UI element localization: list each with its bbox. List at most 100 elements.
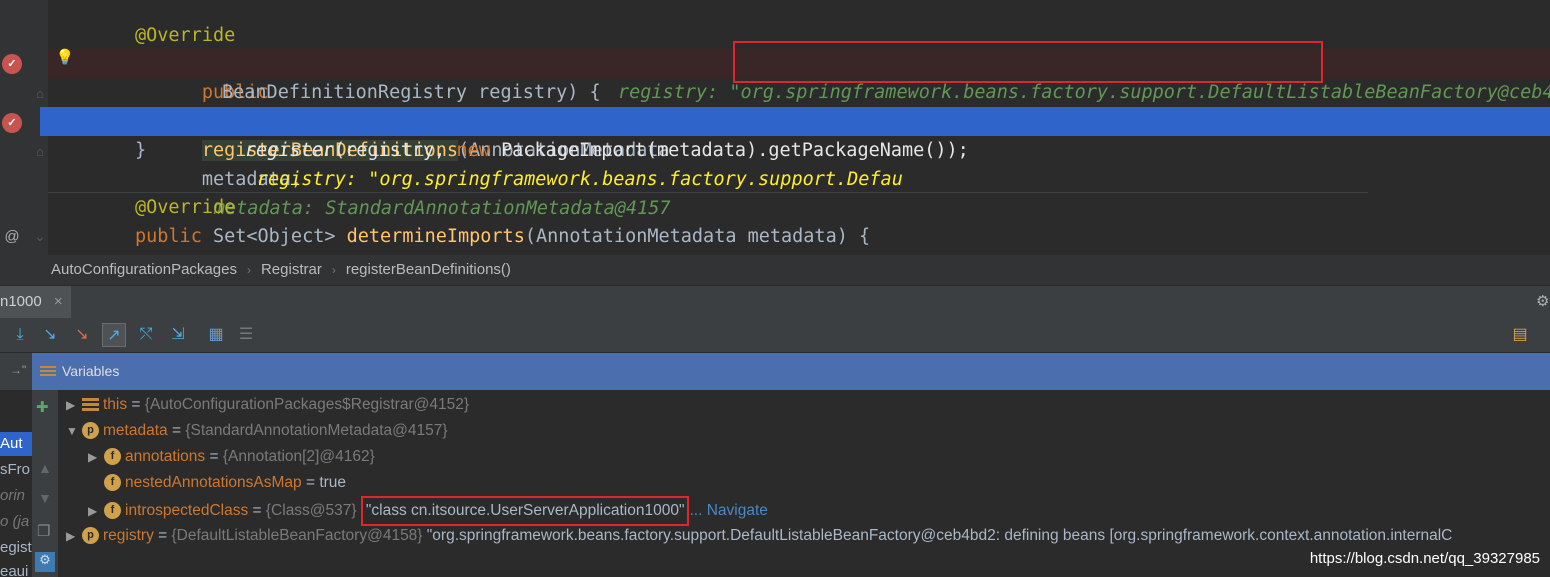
debug-tab-bar: n1000 × ⚙ bbox=[0, 285, 1550, 319]
variable-type: {StandardAnnotationMetadata@4157} bbox=[185, 422, 448, 439]
frames-list[interactable]: Aut sFro orin o (ja egistr eaui bbox=[0, 390, 32, 577]
breakpoint-icon[interactable]: ✓ bbox=[2, 113, 22, 133]
variable-name: this bbox=[103, 396, 128, 413]
breadcrumb-item[interactable]: Registrar bbox=[261, 255, 322, 285]
variable-row[interactable]: ▶ this = {AutoConfigurationPackages$Regis… bbox=[66, 392, 469, 418]
collapse-arrow-icon[interactable]: ▼ bbox=[66, 418, 80, 444]
gear-icon[interactable]: ⚙ bbox=[1536, 292, 1550, 312]
annotation-override: @Override bbox=[135, 197, 236, 218]
variable-row[interactable]: ▶ f annotations = {Annotation[2]@4162} bbox=[88, 444, 375, 470]
breadcrumb: AutoConfigurationPackages › Registrar › regi… bbox=[0, 255, 1550, 285]
variable-name: introspectedClass bbox=[125, 502, 249, 519]
equals-sign: = bbox=[127, 396, 145, 413]
debug-toolbar: ⤓ ↘ ↘ ↗ ⤲ ⇲ ▦ ☰ ▤ bbox=[0, 318, 1550, 353]
frame-item[interactable]: sFro bbox=[0, 458, 30, 482]
chevron-right-icon: › bbox=[331, 263, 336, 277]
step-into-icon[interactable]: ↘ bbox=[70, 323, 94, 347]
close-icon[interactable]: × bbox=[54, 293, 63, 310]
variable-name: annotations bbox=[125, 448, 206, 465]
current-execution-line: register(registry, new PackageImport(met… bbox=[40, 107, 1550, 190]
equals-sign: = bbox=[301, 474, 320, 491]
restore-layout-icon[interactable]: ▤ bbox=[1508, 323, 1532, 347]
variable-name: registry bbox=[103, 527, 154, 544]
highlight-box bbox=[733, 41, 1323, 83]
code-editor[interactable]: @Override public void registerBeanDefini… bbox=[0, 0, 1550, 255]
frame-item[interactable]: egistr bbox=[0, 536, 32, 560]
fold-icon[interactable]: ⌂ bbox=[30, 142, 50, 162]
annotation-override: @Override bbox=[135, 25, 236, 46]
expand-arrow-icon[interactable]: ▶ bbox=[66, 392, 80, 418]
variables-header: Variables bbox=[32, 353, 1550, 390]
fold-icon[interactable]: ⌄ bbox=[30, 227, 50, 247]
variables-tree: ▶ this = {AutoConfigurationPackages$Regis… bbox=[58, 390, 1550, 577]
parameter-icon: p bbox=[82, 527, 99, 545]
equals-sign: = bbox=[167, 422, 186, 439]
variable-row[interactable]: ▼ p metadata = {StandardAnnotationMetadata… bbox=[66, 418, 448, 444]
equals-sign: = bbox=[248, 502, 266, 519]
variables-icon bbox=[40, 366, 56, 379]
trace-icon[interactable]: ☰ bbox=[234, 323, 258, 347]
field-icon: f bbox=[104, 502, 121, 520]
drop-frame-icon[interactable]: ⤲ bbox=[134, 323, 158, 347]
equals-sign: = bbox=[153, 527, 172, 544]
variable-value: "org.springframework.beans.factory.suppo… bbox=[426, 527, 1453, 544]
expand-arrow-icon[interactable]: ▶ bbox=[66, 523, 80, 549]
lightbulb-icon[interactable]: 💡 bbox=[55, 48, 75, 68]
variable-row[interactable]: ▶ p registry = {DefaultListableBeanFactory… bbox=[66, 523, 1452, 549]
arrow-down-icon[interactable]: ▼ bbox=[38, 490, 52, 506]
expand-arrow-icon[interactable]: ▶ bbox=[88, 498, 102, 524]
step-out-icon[interactable]: ↗ bbox=[102, 323, 126, 347]
field-icon: f bbox=[104, 448, 121, 466]
breadcrumb-item[interactable]: AutoConfigurationPackages bbox=[51, 255, 237, 285]
return-type: Set<Object> bbox=[201, 226, 347, 247]
equals-sign: = bbox=[205, 448, 223, 465]
navigate-link[interactable]: ... Navigate bbox=[689, 502, 767, 519]
method-params: (AnnotationMetadata metadata) { bbox=[524, 226, 871, 247]
variable-name: nestedAnnotationsAsMap bbox=[125, 474, 302, 491]
frame-item-selected[interactable]: Aut bbox=[0, 432, 32, 456]
run-to-cursor-icon[interactable]: ⇲ bbox=[166, 323, 190, 347]
copy-icon[interactable]: ❐ bbox=[37, 522, 50, 540]
code-text: BeanDefinitionRegistry registry) { bbox=[222, 82, 601, 103]
highlight-box: "class cn.itsource.UserServerApplication… bbox=[360, 496, 690, 526]
settings-icon[interactable]: ⚙ bbox=[35, 552, 55, 572]
variable-type: {Class@537} bbox=[265, 502, 357, 519]
variable-type: {AutoConfigurationPackages$Registrar@415… bbox=[144, 396, 470, 413]
step-over-icon[interactable]: ↘ bbox=[38, 323, 62, 347]
inline-debug-hint: registry: "org.springframework.beans.fac… bbox=[256, 169, 903, 190]
add-watch-icon[interactable]: ✚ bbox=[36, 398, 49, 416]
frame-item[interactable]: o (ja bbox=[0, 510, 29, 534]
field-icon: f bbox=[104, 474, 121, 492]
object-icon bbox=[82, 397, 99, 412]
fold-icon[interactable]: ⌂ bbox=[30, 84, 50, 104]
tab-label: n1000 bbox=[0, 293, 42, 310]
evaluate-expression-icon[interactable]: ▦ bbox=[204, 323, 228, 347]
variable-type: {DefaultListableBeanFactory@4158} bbox=[171, 527, 423, 544]
code-line: @Override bbox=[0, 193, 1550, 222]
breakpoint-icon[interactable]: ✓ bbox=[2, 54, 22, 74]
keyword-public: public bbox=[135, 226, 202, 247]
breadcrumb-item[interactable]: registerBeanDefinitions() bbox=[346, 255, 511, 285]
closing-brace: } bbox=[135, 140, 147, 161]
code-line: } bbox=[0, 136, 1550, 165]
frame-item[interactable]: orin bbox=[0, 484, 25, 508]
variable-row[interactable]: ▶ f introspectedClass = {Class@537} "class… bbox=[88, 496, 768, 526]
frame-item[interactable]: eaui bbox=[0, 560, 28, 577]
code-line: public Set<Object> determineImports(Anno… bbox=[0, 222, 1550, 251]
show-execution-point-icon[interactable]: ⤓ bbox=[8, 323, 32, 347]
override-at-icon[interactable]: @ bbox=[2, 227, 22, 247]
chevron-right-icon: › bbox=[246, 263, 251, 277]
tab-debug-session[interactable]: n1000 × bbox=[0, 286, 71, 318]
method-name: determineImports bbox=[346, 226, 525, 247]
variable-type: {Annotation[2]@4162} bbox=[222, 448, 375, 465]
expand-arrow-icon[interactable]: ▶ bbox=[88, 444, 102, 470]
watermark: https://blog.csdn.net/qq_39327985 bbox=[1309, 550, 1540, 567]
parameter-icon: p bbox=[82, 422, 99, 440]
variable-row[interactable]: f nestedAnnotationsAsMap = true bbox=[88, 470, 346, 496]
variable-name: metadata bbox=[103, 422, 168, 439]
arrow-up-icon[interactable]: ▲ bbox=[38, 460, 52, 476]
variables-toolbar: ✚ ▲ ▼ ❐ ⚙ bbox=[32, 390, 58, 577]
variables-title: Variables bbox=[62, 363, 120, 379]
variable-value: "class cn.itsource.UserServerApplication… bbox=[365, 502, 685, 519]
pin-icon[interactable]: →" bbox=[10, 363, 26, 377]
